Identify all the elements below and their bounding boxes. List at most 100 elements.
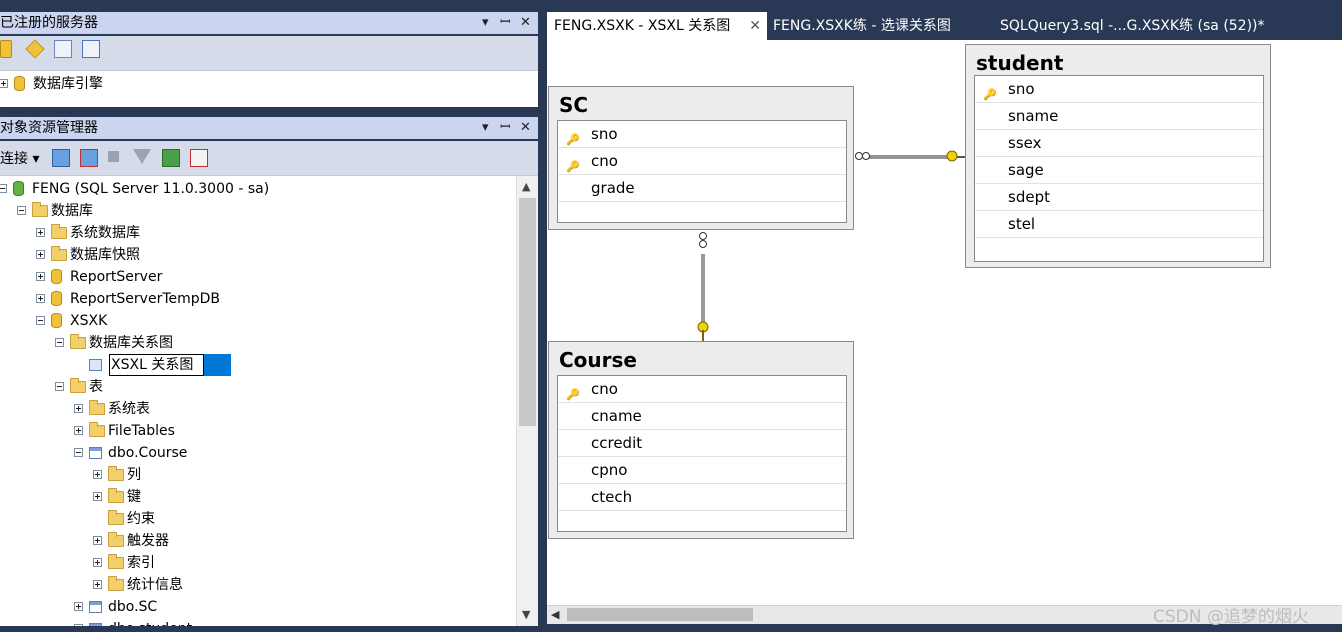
collapse-icon[interactable] <box>0 184 7 193</box>
entity-title: Course <box>559 348 637 372</box>
refresh-icon[interactable] <box>162 149 180 167</box>
collapse-icon[interactable] <box>17 206 26 215</box>
reporting-services-icon[interactable] <box>54 40 72 58</box>
filter-icon[interactable] <box>133 149 151 164</box>
collapse-icon[interactable] <box>55 382 64 391</box>
field-row[interactable]: ctech <box>558 484 846 511</box>
scrollbar-thumb[interactable] <box>519 198 536 426</box>
disconnect-icon[interactable] <box>80 149 98 167</box>
scroll-up-icon[interactable]: ▲ <box>522 180 530 193</box>
field-name: sno <box>591 125 618 143</box>
expand-icon[interactable] <box>93 558 102 567</box>
field-row[interactable]: 🔑 cno <box>558 148 846 175</box>
tree-item-label: ReportServerTempDB <box>70 291 221 307</box>
stop-icon[interactable] <box>108 151 119 162</box>
registered-servers-title-bar: 已注册的服务器 ▾ ꟷ ✕ <box>0 12 538 34</box>
scrollbar-thumb[interactable] <box>567 608 753 621</box>
table-icon <box>89 623 102 626</box>
folder-icon <box>108 576 124 591</box>
folder-icon <box>51 224 67 239</box>
infinity-end-icon <box>699 232 707 240</box>
rename-input[interactable]: XSXL 关系图 <box>109 354 205 376</box>
expand-icon[interactable] <box>93 536 102 545</box>
expand-icon[interactable] <box>36 228 45 237</box>
analysis-services-icon[interactable] <box>25 39 45 59</box>
expand-icon[interactable] <box>74 602 83 611</box>
tree-item-label: 触发器 <box>127 533 169 549</box>
close-icon[interactable]: ✕ <box>520 117 531 139</box>
field-name: stel <box>1008 215 1036 233</box>
tab-2[interactable]: SQLQuery3.sql -...G.XSXK练 (sa (52))* <box>993 12 1293 40</box>
close-tab-icon[interactable]: ✕ <box>749 12 761 40</box>
expand-icon[interactable] <box>36 250 45 259</box>
database-icon <box>51 269 62 284</box>
tree-item-label: 约束 <box>127 511 155 527</box>
expand-icon[interactable] <box>93 492 102 501</box>
tree-item-label: dbo.student <box>108 618 192 626</box>
collapse-icon[interactable] <box>74 448 83 457</box>
tree-item-label: 数据库关系图 <box>89 335 173 351</box>
field-row[interactable]: sage <box>975 157 1263 184</box>
scroll-left-icon[interactable]: ◀ <box>551 608 559 621</box>
entity-course[interactable]: Course 🔑 cno cname ccredit cpno ctech <box>548 341 854 539</box>
pin-icon[interactable]: ꟷ <box>500 12 511 34</box>
field-row[interactable]: sname <box>975 103 1263 130</box>
entity-student[interactable]: student 🔑 sno sname ssex sage sdept stel <box>965 44 1271 268</box>
expand-icon[interactable] <box>36 272 45 281</box>
expand-icon[interactable] <box>74 404 83 413</box>
folder-icon <box>51 246 67 261</box>
tab-1[interactable]: FENG.XSXK练 - 选课关系图 <box>766 12 984 40</box>
folder-icon <box>108 510 124 525</box>
field-grid: 🔑 sno sname ssex sage sdept stel <box>974 75 1264 262</box>
expand-icon[interactable] <box>74 624 83 626</box>
tree-item-label: 列 <box>127 467 141 483</box>
field-row[interactable]: stel <box>975 211 1263 238</box>
expand-icon[interactable] <box>36 294 45 303</box>
expand-icon[interactable] <box>74 426 83 435</box>
object-explorer-title: 对象资源管理器 <box>0 120 98 136</box>
tree-item-label: 索引 <box>127 555 155 571</box>
expand-icon[interactable] <box>93 470 102 479</box>
scroll-down-icon[interactable]: ▼ <box>522 608 530 621</box>
integration-services-icon[interactable] <box>82 40 100 58</box>
field-name: ssex <box>1008 134 1042 152</box>
field-name: ccredit <box>591 434 643 452</box>
field-row[interactable]: cpno <box>558 457 846 484</box>
dropdown-arrow-icon[interactable]: ▾ <box>482 117 489 139</box>
expand-icon[interactable] <box>0 79 8 88</box>
vertical-scrollbar[interactable]: ▲ ▼ <box>516 176 538 626</box>
registered-servers-title: 已注册的服务器 <box>0 15 98 31</box>
stop-activity-icon[interactable] <box>190 149 208 167</box>
folder-icon <box>70 334 86 349</box>
field-row[interactable]: ssex <box>975 130 1263 157</box>
field-row[interactable]: 🔑 sno <box>975 76 1263 103</box>
expand-icon[interactable] <box>93 580 102 589</box>
infinity-end-icon <box>855 152 863 160</box>
connect-object-explorer-icon[interactable] <box>52 149 70 167</box>
field-row[interactable]: cname <box>558 403 846 430</box>
field-name: ctech <box>591 488 633 506</box>
field-row[interactable]: 🔑 cno <box>558 376 846 403</box>
field-row[interactable]: sdept <box>975 184 1263 211</box>
tree-item-label: FENG (SQL Server 11.0.3000 - sa) <box>32 181 270 197</box>
tree-label: 数据库引擎 <box>33 76 103 92</box>
entity-sc[interactable]: SC 🔑 sno 🔑 cno grade <box>548 86 854 230</box>
dropdown-arrow-icon[interactable]: ▾ <box>482 12 489 34</box>
database-icon <box>51 313 62 328</box>
collapse-icon[interactable] <box>55 338 64 347</box>
connect-button[interactable]: 连接 ▾ <box>0 148 39 168</box>
field-row[interactable]: grade <box>558 175 846 202</box>
tree-item-label: 系统表 <box>108 401 150 417</box>
field-row[interactable]: ccredit <box>558 430 846 457</box>
database-engine-icon[interactable] <box>0 40 12 58</box>
object-explorer-tree: FENG (SQL Server 11.0.3000 - sa) 数据库 系统数据库… <box>0 176 538 626</box>
entity-title: SC <box>559 93 589 117</box>
pin-icon[interactable]: ꟷ <box>500 117 511 139</box>
collapse-icon[interactable] <box>36 316 45 325</box>
tab-0[interactable]: FENG.XSXK - XSXL 关系图 ✕ <box>547 12 767 40</box>
close-icon[interactable]: ✕ <box>520 12 531 34</box>
field-row[interactable]: 🔑 sno <box>558 121 846 148</box>
tab-label: FENG.XSXK练 - 选课关系图 <box>773 18 951 34</box>
watermark-text: CSDN @追梦的烟火 <box>1153 607 1309 627</box>
diagram-canvas: SC 🔑 sno 🔑 cno grade student 🔑 sno sname ssex sa… <box>547 40 1342 606</box>
